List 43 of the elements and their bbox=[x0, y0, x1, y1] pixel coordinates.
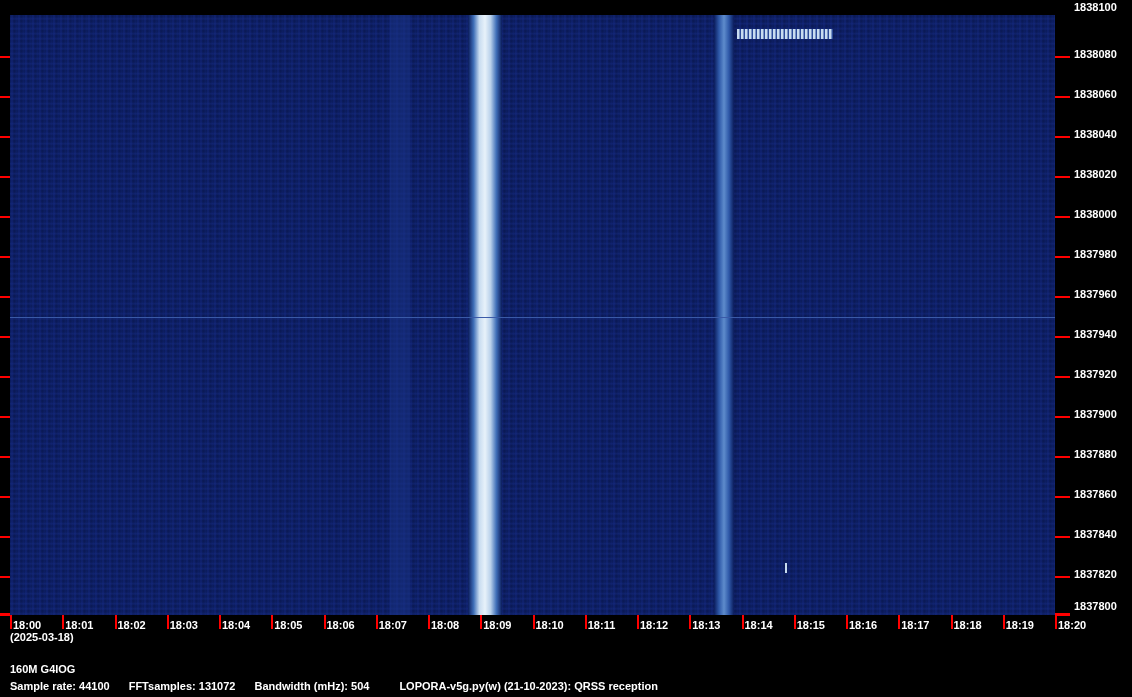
frequency-label: 1838060 bbox=[1074, 87, 1117, 101]
frequency-label: 1837840 bbox=[1074, 527, 1117, 541]
time-label: 18:04 bbox=[222, 618, 251, 632]
time-label: 18:06 bbox=[326, 618, 355, 632]
time-label: 18:01 bbox=[65, 618, 94, 632]
info-text: LOPORA-v5g.py(w) (21-10-2023): QRSS reception bbox=[399, 679, 658, 693]
time-label: 18:08 bbox=[431, 618, 460, 632]
time-label: 18:13 bbox=[692, 618, 721, 632]
info-text: Sample rate: 44100 bbox=[10, 679, 110, 693]
frequency-label: 1838080 bbox=[1074, 47, 1117, 61]
time-label: 18:09 bbox=[483, 618, 512, 632]
frequency-label: 1838000 bbox=[1074, 207, 1117, 221]
frequency-label: 1837940 bbox=[1074, 327, 1117, 341]
date-label: (2025-03-18) bbox=[10, 630, 74, 644]
time-label: 18:14 bbox=[744, 618, 773, 632]
time-label: 18:12 bbox=[640, 618, 669, 632]
time-label: 18:11 bbox=[587, 618, 616, 632]
frequency-label: 1837960 bbox=[1074, 287, 1117, 301]
frequency-label: 1837980 bbox=[1074, 247, 1117, 261]
frequency-label: 1838040 bbox=[1074, 127, 1117, 141]
time-label: 18:19 bbox=[1005, 618, 1034, 632]
frequency-label: 1837920 bbox=[1074, 367, 1117, 381]
time-label: 18:18 bbox=[953, 618, 982, 632]
time-label: 18:17 bbox=[901, 618, 930, 632]
frequency-label: 1837800 bbox=[1074, 599, 1117, 613]
time-label: 18:16 bbox=[849, 618, 878, 632]
frequency-label: 1838100 bbox=[1074, 0, 1117, 14]
time-label: 18:05 bbox=[274, 618, 303, 632]
time-label: 18:02 bbox=[117, 618, 146, 632]
station-label: 160M G4IOG bbox=[10, 662, 76, 676]
time-label: 18:03 bbox=[169, 618, 198, 632]
time-label: 18:10 bbox=[535, 618, 564, 632]
info-text: FFTsamples: 131072 bbox=[128, 679, 236, 693]
frequency-label: 1837900 bbox=[1074, 407, 1117, 421]
frequency-label: 1837860 bbox=[1074, 487, 1117, 501]
frequency-label: 1838020 bbox=[1074, 167, 1117, 181]
time-label: 18:00 bbox=[13, 618, 42, 632]
info-text: Bandwidth (mHz): 504 bbox=[254, 679, 370, 693]
time-label: 18:07 bbox=[378, 618, 407, 632]
frequency-label: 1837880 bbox=[1074, 447, 1117, 461]
frequency-label: 1837820 bbox=[1074, 567, 1117, 581]
time-label: 18:15 bbox=[796, 618, 825, 632]
time-label: 18:20 bbox=[1058, 618, 1087, 632]
